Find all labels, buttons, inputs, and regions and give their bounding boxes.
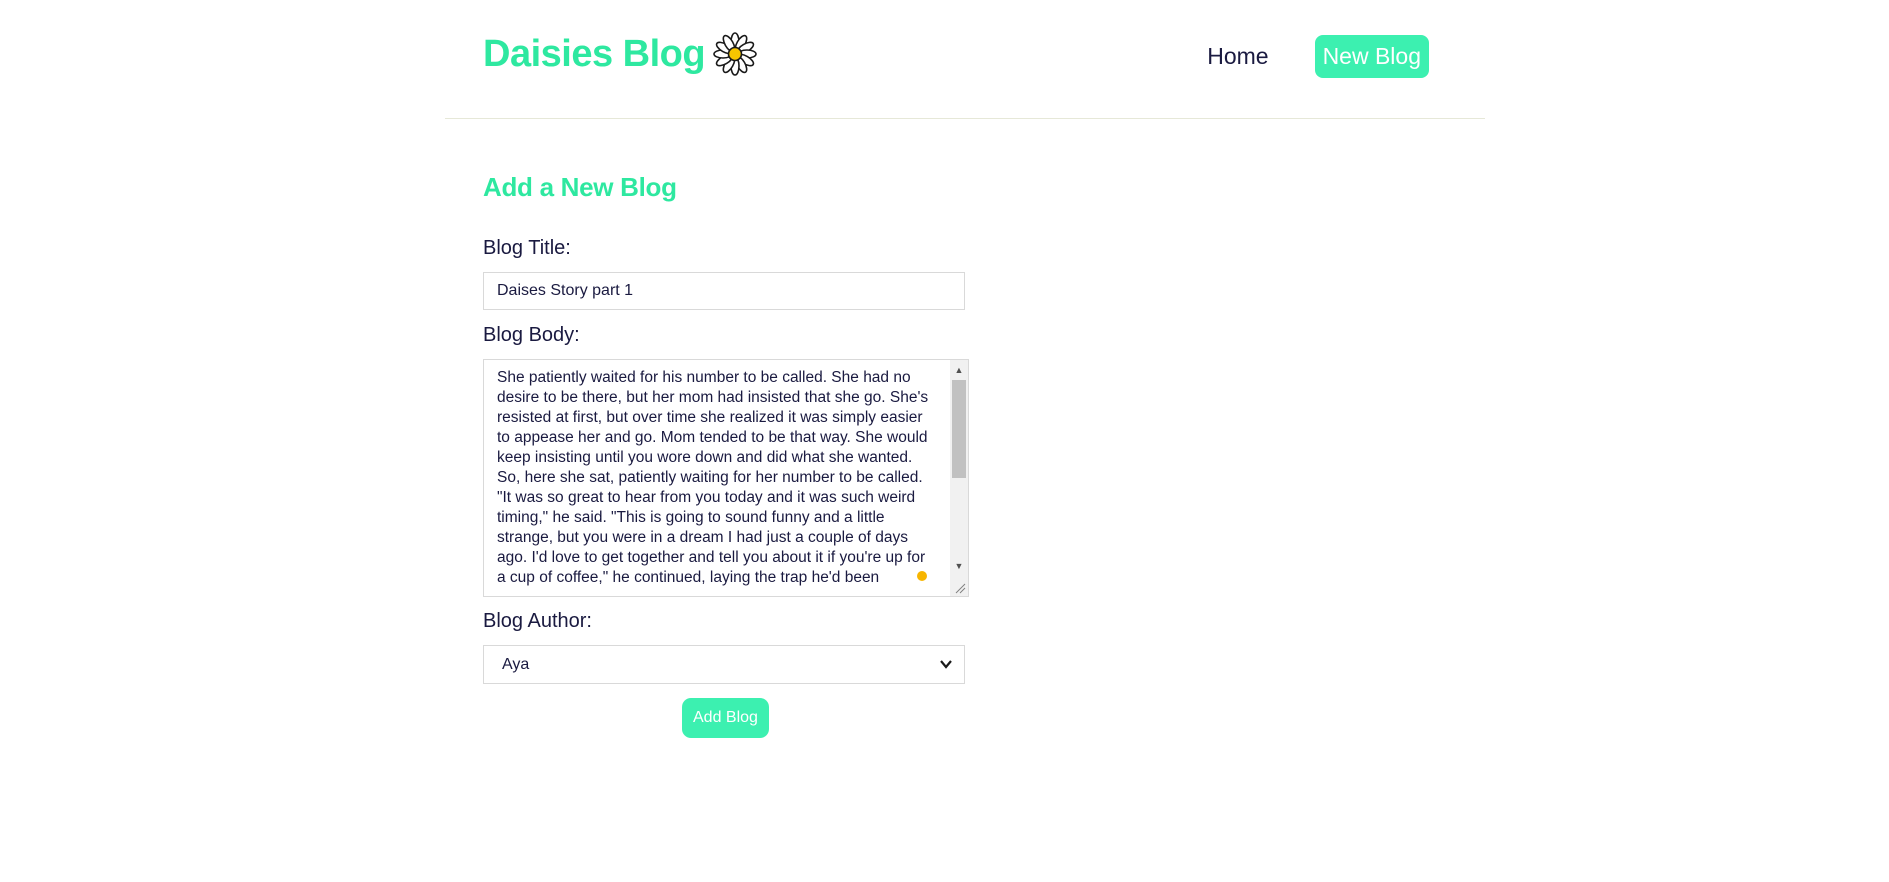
textarea-scrollbar[interactable]: ▲ ▼ xyxy=(950,360,968,596)
scroll-up-arrow-icon[interactable]: ▲ xyxy=(950,362,968,378)
scroll-thumb[interactable] xyxy=(952,380,966,478)
nav-link-home[interactable]: Home xyxy=(1199,35,1276,78)
brand-title[interactable]: Daisies Blog xyxy=(483,33,706,76)
resize-grip-icon[interactable] xyxy=(954,582,966,594)
blog-title-label: Blog Title: xyxy=(483,237,571,259)
nav-links: Home New Blog xyxy=(1199,35,1429,78)
blog-body-textarea[interactable]: She patiently waited for his number to b… xyxy=(483,359,969,597)
blog-title-input[interactable] xyxy=(483,272,965,310)
scroll-down-arrow-icon[interactable]: ▼ xyxy=(950,558,968,574)
blog-body-text: She patiently waited for his number to b… xyxy=(497,369,929,586)
add-blog-button[interactable]: Add Blog xyxy=(682,698,769,738)
blog-author-select[interactable]: Aya xyxy=(483,645,965,684)
brand[interactable]: Daisies Blog xyxy=(483,32,757,76)
blog-author-value: Aya xyxy=(502,656,530,673)
navbar: Daisies Blog Home New Blog xyxy=(445,0,1485,119)
chevron-down-icon xyxy=(940,660,952,669)
blog-author-label: Blog Author: xyxy=(483,610,592,632)
daisy-icon xyxy=(713,32,757,76)
new-blog-form: Add a New Blog Blog Title: Blog Body: Sh… xyxy=(483,172,969,738)
blog-body-label: Blog Body: xyxy=(483,324,580,346)
nav-link-new-blog[interactable]: New Blog xyxy=(1314,35,1429,78)
grammar-indicator-dot[interactable] xyxy=(917,571,927,581)
form-heading: Add a New Blog xyxy=(483,172,677,202)
